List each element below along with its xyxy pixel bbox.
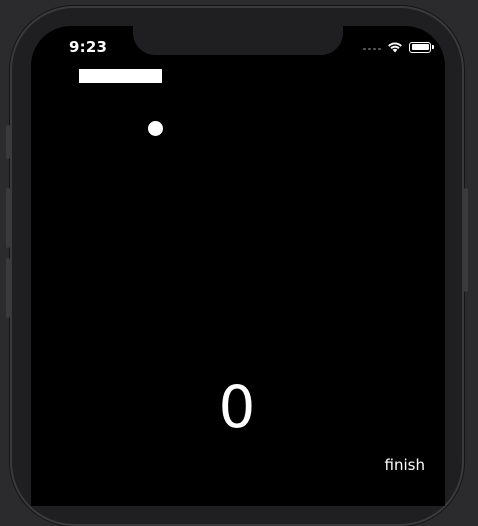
status-icons (363, 40, 434, 54)
mute-switch (6, 125, 10, 159)
score-display: 0 (218, 373, 256, 441)
finish-button[interactable]: finish (385, 456, 425, 474)
game-screen[interactable]: 9:23 0 finish (31, 26, 445, 506)
status-time: 9:23 (69, 38, 108, 56)
battery-icon (409, 41, 434, 53)
paddle[interactable] (79, 69, 162, 83)
volume-up-button (6, 188, 10, 248)
cellular-signal-icon (363, 44, 381, 50)
wifi-icon (388, 42, 402, 53)
ball (148, 121, 163, 136)
notch (133, 26, 343, 55)
power-button (464, 188, 468, 292)
volume-down-button (6, 258, 10, 318)
